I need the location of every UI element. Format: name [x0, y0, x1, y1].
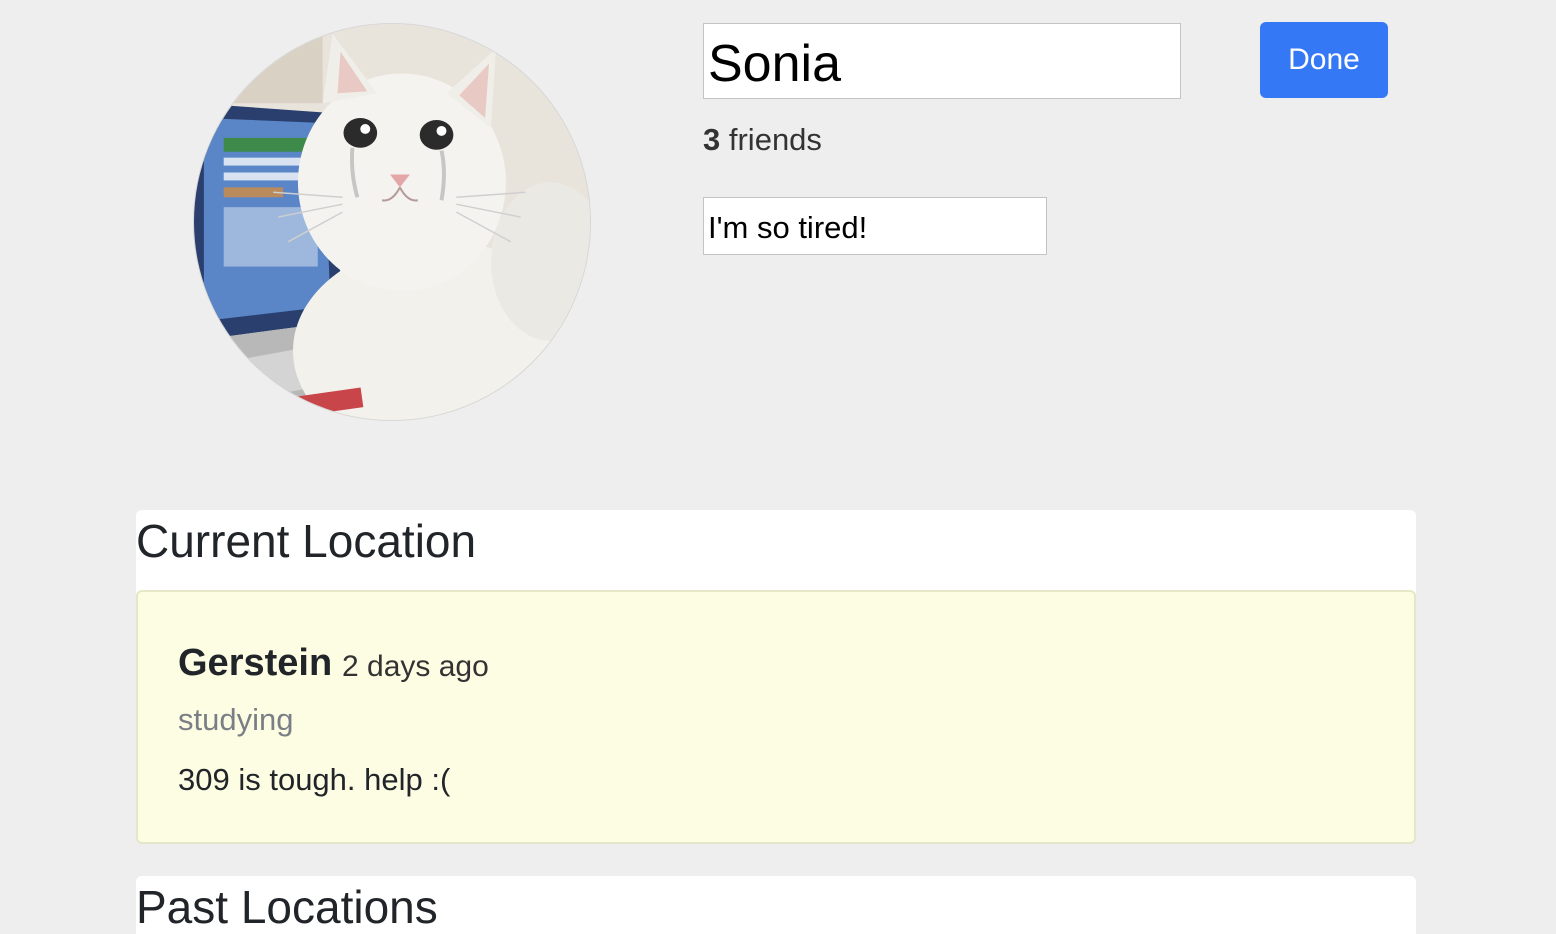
cat-photo-icon	[194, 24, 590, 420]
name-input[interactable]	[703, 23, 1181, 99]
friends-count-number: 3	[703, 122, 721, 157]
checkin-time: 2 days ago	[342, 650, 489, 683]
current-location-section: Current Location Gerstein 2 days ago stu…	[136, 510, 1416, 844]
past-locations-section: Past Locations	[136, 876, 1416, 934]
status-input[interactable]	[703, 197, 1047, 255]
done-button[interactable]: Done	[1260, 22, 1388, 98]
current-location-heading: Current Location	[136, 515, 477, 567]
checkin-activity: studying	[178, 702, 294, 737]
friends-count: 3 friends	[703, 122, 822, 158]
avatar	[193, 23, 591, 421]
friends-count-label: friends	[728, 122, 822, 157]
past-locations-heading: Past Locations	[136, 881, 438, 933]
profile-page: Done 3 friends Current Location Gerstein…	[0, 0, 1556, 934]
checkin-card[interactable]: Gerstein 2 days ago studying 309 is toug…	[136, 590, 1416, 844]
checkin-place: Gerstein	[178, 642, 333, 684]
checkin-note: 309 is tough. help :(	[178, 762, 451, 797]
